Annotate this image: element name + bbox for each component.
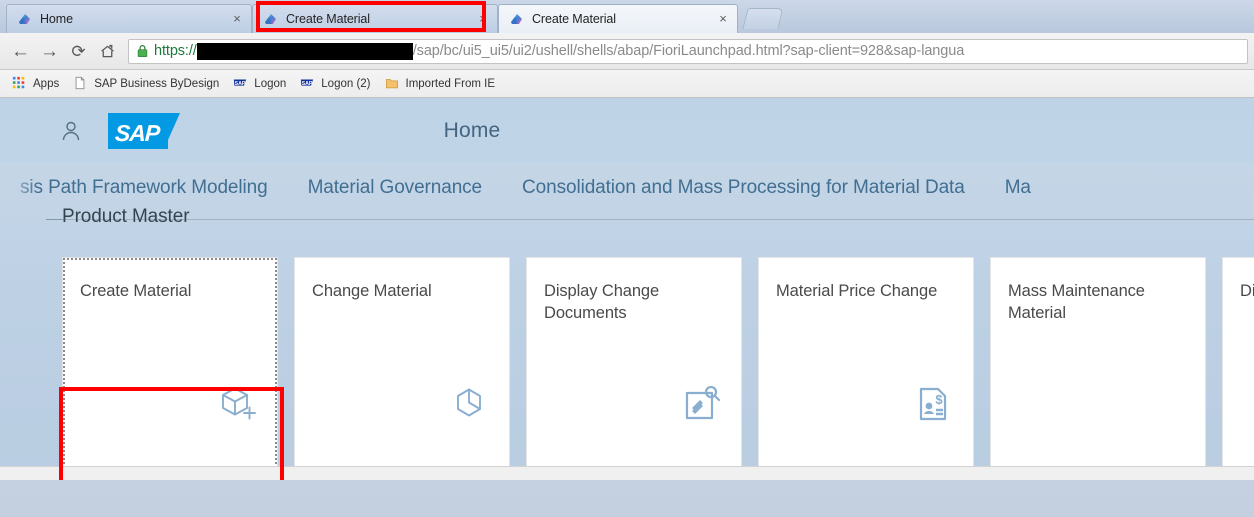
- tile-partial-display[interactable]: Dis: [1222, 257, 1254, 469]
- browser-tab-2[interactable]: Create Material ×: [498, 4, 738, 33]
- add-product-icon: [215, 382, 259, 426]
- browser-tab-1[interactable]: Create Material ×: [252, 4, 498, 33]
- browser-toolbar: ← → ⟳ https:// /sap/bc/ui5_ui5/ui2/ushel…: [0, 33, 1254, 70]
- tile-title: Change Material: [312, 282, 432, 300]
- bookmark-sap-business-bydesign[interactable]: SAP Business ByDesign: [67, 73, 225, 95]
- bookmark-logon[interactable]: SAP Logon: [227, 73, 292, 95]
- bookmark-label: SAP Business ByDesign: [94, 77, 220, 90]
- nav-tab-material-governance[interactable]: Material Governance: [288, 177, 502, 199]
- tile-title: Mass Maintenance Material: [1008, 282, 1145, 322]
- forward-button[interactable]: →: [35, 37, 64, 66]
- tile-create-material[interactable]: Create Material: [62, 257, 278, 469]
- bookmark-apps[interactable]: Apps: [6, 73, 65, 95]
- bookmark-label: Logon (2): [321, 77, 371, 90]
- price-card-icon: $: [911, 382, 955, 426]
- fiori-shell-header: SAP Home: [0, 98, 1254, 163]
- bookmark-logon-2[interactable]: SAP Logon (2): [294, 73, 376, 95]
- browser-tab-title: Create Material: [532, 12, 616, 26]
- tile-group-header: Product Master: [0, 206, 1254, 235]
- tile-title: Display Change Documents: [544, 282, 660, 322]
- url-path: /sap/bc/ui5_ui5/ui2/ushell/shells/abap/F…: [412, 43, 965, 59]
- group-divider-accent: [46, 219, 62, 220]
- bookmark-label: Imported From IE: [405, 77, 495, 90]
- tab-close-icon[interactable]: ×: [229, 11, 245, 27]
- sap-logon-icon: SAP: [300, 76, 316, 92]
- url-scheme: https://: [154, 43, 197, 59]
- back-button[interactable]: ←: [6, 37, 35, 66]
- browser-tab-0[interactable]: Home ×: [6, 4, 252, 33]
- group-divider: [46, 219, 1254, 220]
- folder-icon: [385, 76, 401, 92]
- bookmark-imported-from-ie[interactable]: Imported From IE: [379, 73, 501, 95]
- address-bar[interactable]: https:// /sap/bc/ui5_ui5/ui2/ushell/shel…: [128, 38, 1248, 64]
- apps-grid-icon: [12, 76, 28, 92]
- horizontal-scrollbar[interactable]: [0, 466, 1254, 480]
- reload-button[interactable]: ⟳: [64, 37, 93, 66]
- lock-icon: [136, 44, 149, 58]
- tab-close-icon[interactable]: ×: [475, 11, 491, 27]
- url-redacted-host: [196, 42, 413, 60]
- tab-close-icon[interactable]: ×: [715, 11, 731, 27]
- page-icon: [73, 76, 89, 92]
- tile-title: Material Price Change: [776, 282, 938, 300]
- page-title: Home: [443, 118, 501, 142]
- sap-favicon-icon: [509, 11, 525, 27]
- bookmarks-bar: Apps SAP Business ByDesign SAP Logon SAP…: [0, 70, 1254, 98]
- document-search-icon: [679, 382, 723, 426]
- bookmark-label: Apps: [33, 77, 60, 90]
- new-tab-button[interactable]: [742, 8, 784, 29]
- tile-display-change-documents[interactable]: Display Change Documents: [526, 257, 742, 469]
- browser-window: Home × Create Material × Create Material…: [0, 0, 1254, 517]
- sap-logon-icon: SAP: [233, 76, 249, 92]
- browser-tab-strip: Home × Create Material × Create Material…: [0, 0, 1254, 33]
- home-button[interactable]: [93, 37, 122, 66]
- tile-title: Dis: [1240, 282, 1254, 300]
- sap-favicon-icon: [263, 11, 279, 27]
- sap-favicon-icon: [17, 11, 33, 27]
- svg-text:SAP: SAP: [302, 80, 313, 86]
- product-icon: [447, 382, 491, 426]
- bookmark-label: Logon: [254, 77, 287, 90]
- svg-text:SAP: SAP: [235, 80, 246, 86]
- tile-mass-maintenance-material[interactable]: Mass Maintenance Material: [990, 257, 1206, 469]
- fiori-launchpad: SAP Home sis Path Framework Modeling Mat…: [0, 98, 1254, 480]
- tile-title: Create Material: [80, 282, 192, 300]
- nav-tab-analysis-path-framework-modeling[interactable]: sis Path Framework Modeling: [0, 177, 288, 199]
- nav-tab-consolidation-and-mass-processing[interactable]: Consolidation and Mass Processing for Ma…: [502, 177, 985, 199]
- svg-text:$: $: [935, 392, 943, 407]
- nav-tab-truncated[interactable]: Ma: [985, 177, 1051, 199]
- group-title: Product Master: [62, 206, 190, 227]
- address-bar-url: https:// /sap/bc/ui5_ui5/ui2/ushell/shel…: [154, 42, 965, 60]
- tile-material-price-change[interactable]: Material Price Change $: [758, 257, 974, 469]
- browser-tab-title: Create Material: [286, 12, 370, 26]
- tile-container: Create Material Change Material Display …: [0, 257, 1254, 469]
- tile-change-material[interactable]: Change Material: [294, 257, 510, 469]
- browser-tab-title: Home: [40, 12, 73, 26]
